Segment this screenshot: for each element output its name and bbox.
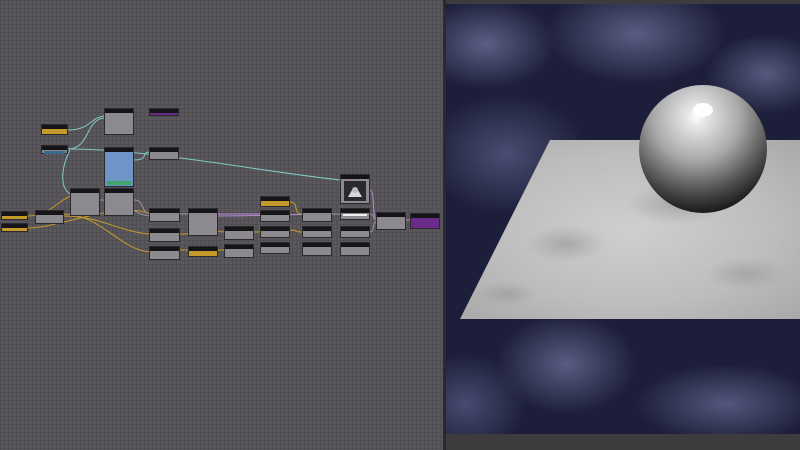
wire xyxy=(63,213,151,253)
texcoord-node[interactable] xyxy=(41,145,68,154)
combine-node[interactable] xyxy=(376,212,406,230)
split-node[interactable] xyxy=(35,210,64,224)
constant-node-b[interactable] xyxy=(188,246,218,257)
output-node-top[interactable] xyxy=(149,108,179,116)
wire xyxy=(67,117,105,150)
math-node-11[interactable] xyxy=(340,242,370,256)
preview-scene xyxy=(460,85,800,319)
texture-sample-node[interactable] xyxy=(104,108,134,135)
param-node-b[interactable] xyxy=(1,223,28,232)
multiply-node-top[interactable] xyxy=(149,147,179,160)
texture-preview-node[interactable] xyxy=(104,147,134,187)
math-node-8[interactable] xyxy=(260,242,290,254)
lerp-node-3[interactable] xyxy=(302,242,332,256)
math-node-2[interactable] xyxy=(149,228,180,242)
math-node-4[interactable] xyxy=(224,226,254,240)
blend-node[interactable] xyxy=(188,208,218,236)
sphere-highlight xyxy=(693,103,713,117)
wire xyxy=(289,229,303,233)
math-node-3[interactable] xyxy=(149,246,180,260)
wire xyxy=(289,201,303,215)
lerp-node-2[interactable] xyxy=(302,226,332,238)
math-node-7[interactable] xyxy=(260,226,290,238)
material-thumbnail xyxy=(344,181,366,201)
math-node-6[interactable] xyxy=(260,210,290,222)
wire xyxy=(67,115,105,131)
node-graph-panel[interactable] xyxy=(0,0,443,450)
math-node-1[interactable] xyxy=(149,208,180,222)
material-output-node[interactable] xyxy=(410,213,440,229)
math-node-10[interactable] xyxy=(340,226,370,238)
preview-viewport[interactable] xyxy=(446,4,800,434)
constant-node[interactable] xyxy=(41,124,68,135)
noise-node-b[interactable] xyxy=(104,188,134,216)
material-preview-node[interactable] xyxy=(340,174,370,204)
lerp-node-1[interactable] xyxy=(302,208,332,222)
noise-node-a[interactable] xyxy=(70,188,100,216)
viewport-status-bar xyxy=(446,434,800,450)
math-node-9[interactable] xyxy=(340,208,370,220)
constant-node-c[interactable] xyxy=(260,196,290,207)
math-node-5[interactable] xyxy=(224,244,254,258)
param-node-a[interactable] xyxy=(1,211,28,220)
